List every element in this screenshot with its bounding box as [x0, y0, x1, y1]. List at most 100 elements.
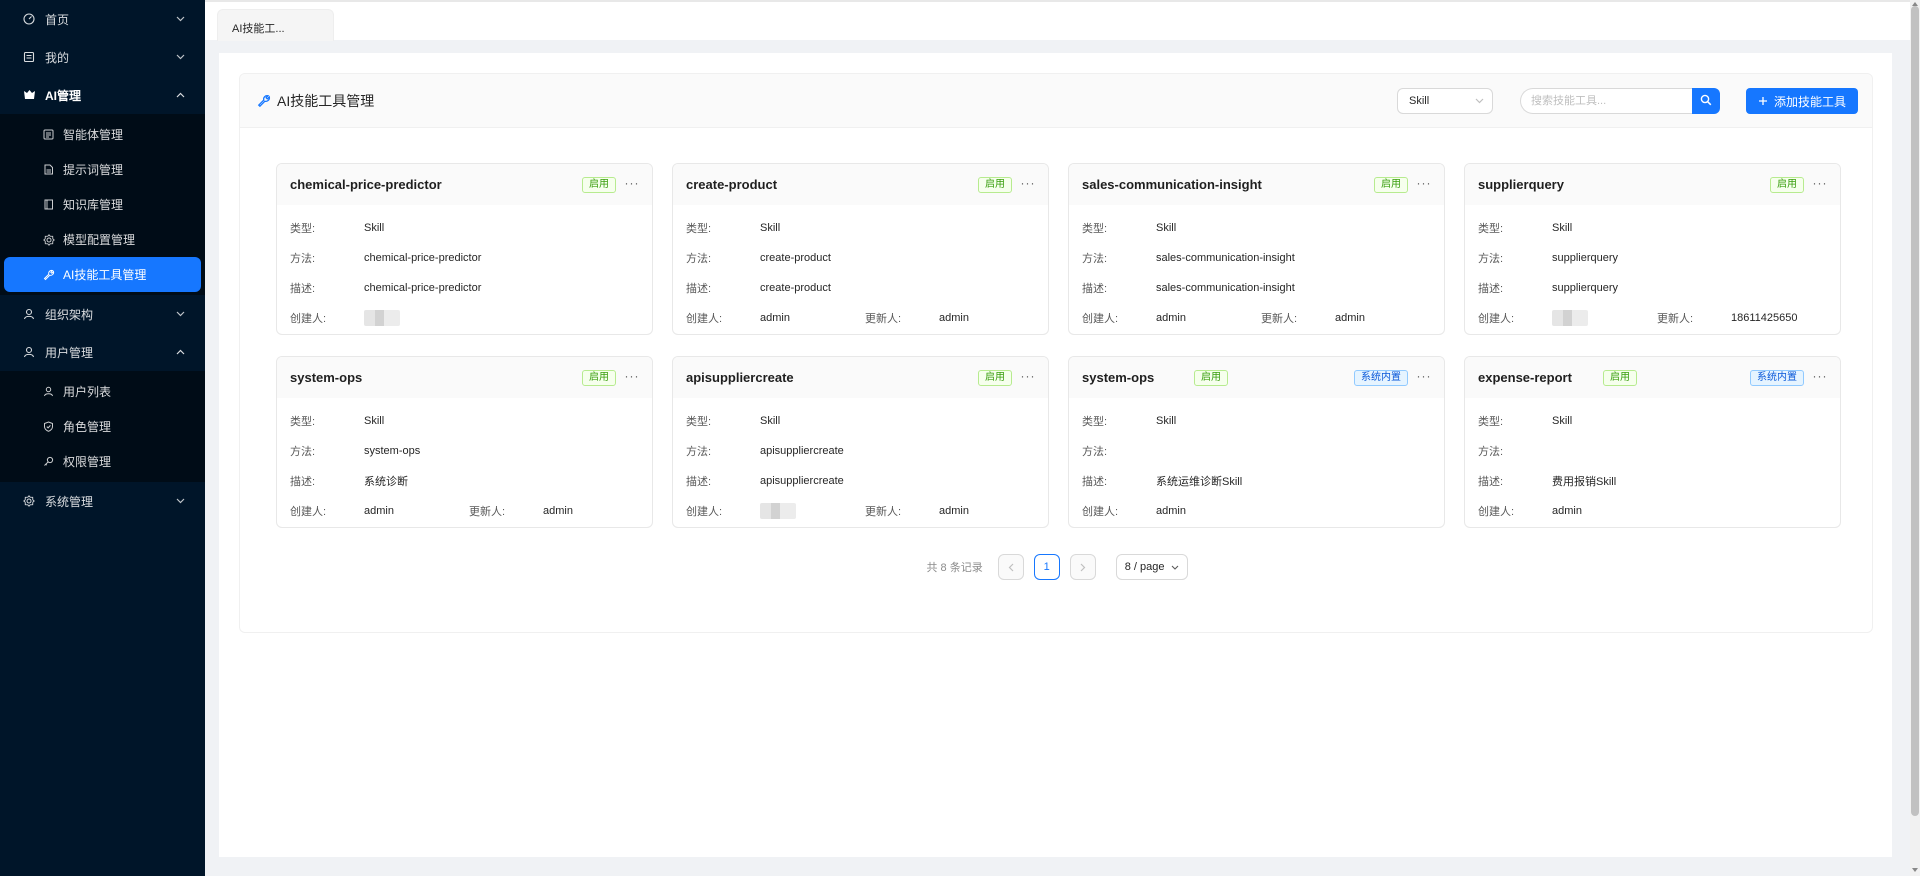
next-page-button[interactable]: [1069, 554, 1096, 580]
type-label: 类型:: [686, 223, 712, 235]
skill-card[interactable]: system-ops 启用 系统内置 ··· 类型: Skill 方法: 描述: 系…: [1068, 356, 1445, 528]
chevron-down-icon: [175, 52, 185, 62]
more-icon[interactable]: ···: [1812, 175, 1828, 191]
creator-label: 创建人:: [1082, 313, 1119, 325]
sidebar-item-ai-skill-tools[interactable]: AI技能工具管理: [4, 257, 201, 292]
method-label: 方法:: [686, 446, 712, 458]
desc-value: sales-communication-insight: [1156, 282, 1295, 294]
more-icon[interactable]: ···: [624, 368, 640, 384]
page-size-select[interactable]: 8 / page: [1115, 554, 1188, 580]
skill-tools-panel: AI技能工具管理 Skill 添加技能工具: [239, 73, 1873, 633]
status-badge: 启用: [978, 370, 1012, 386]
skill-card[interactable]: chemical-price-predictor 启用 ··· 类型: Skill…: [276, 163, 653, 335]
sidebar-item-permissions[interactable]: 权限管理: [0, 444, 205, 479]
sidebar-item-label: 智能体管理: [63, 128, 124, 142]
skill-card[interactable]: expense-report 启用 系统内置 ··· 类型: Skill 方法: …: [1464, 356, 1841, 528]
card-row-type: 类型: Skill: [290, 406, 639, 436]
sidebar-item-prompt[interactable]: 提示词管理: [0, 152, 205, 187]
menu-item-home[interactable]: 首页: [0, 0, 205, 38]
updater-label: 更新人:: [469, 506, 506, 518]
sidebar-item-knowledge[interactable]: 知识库管理: [0, 187, 205, 222]
total-records: 共 8 条记录: [926, 562, 983, 574]
menu-item-mine[interactable]: 我的: [0, 38, 205, 76]
more-icon[interactable]: ···: [1416, 368, 1432, 384]
status-badge: 启用: [1194, 370, 1228, 386]
builtin-badge: 系统内置: [1354, 370, 1408, 386]
type-value: Skill: [760, 222, 781, 234]
chevron-down-icon: [175, 309, 185, 319]
sidebar-item-user-list[interactable]: 用户列表: [0, 374, 205, 409]
card-badges: 启用: [582, 370, 616, 386]
more-icon[interactable]: ···: [1812, 368, 1828, 384]
card-row-people: 创建人: admin: [1082, 496, 1431, 526]
card-row-people: 创建人: 更新人: admin: [686, 496, 1035, 526]
card-row-method: 方法: apisuppliercreate: [686, 436, 1035, 466]
search-button[interactable]: [1692, 88, 1720, 114]
scroll-thumb[interactable]: [1911, 6, 1919, 816]
content-canvas: AI技能工具管理 Skill 添加技能工具: [219, 53, 1892, 857]
card-header: system-ops 启用 ···: [277, 357, 652, 398]
skill-card[interactable]: sales-communication-insight 启用 ··· 类型: Sk…: [1068, 163, 1445, 335]
desc-label: 描述:: [1478, 476, 1504, 488]
skill-card[interactable]: system-ops 启用 ··· 类型: Skill 方法: system-ops…: [276, 356, 653, 528]
creator-label: 创建人:: [290, 506, 327, 518]
page-title: AI技能工具管理: [257, 91, 374, 111]
tab-ai-skill-tools[interactable]: AI技能工...: [217, 9, 334, 41]
window-scrollbar[interactable]: [1910, 0, 1920, 876]
pagination: 共 8 条记录 1 8 / page: [240, 554, 1874, 580]
menu-item-org[interactable]: 组织架构: [0, 295, 205, 333]
creator-label: 创建人:: [1082, 506, 1119, 518]
submenu-users: 用户列表 角色管理 权限管理: [0, 371, 205, 482]
skill-card[interactable]: apisuppliercreate 启用 ··· 类型: Skill 方法: api…: [672, 356, 1049, 528]
menu-item-label: 组织架构: [45, 307, 94, 322]
submenu-ai: 智能体管理 提示词管理 知识库管理 模型配置管理 AI技能工具管理: [0, 114, 205, 295]
prev-page-button[interactable]: [997, 554, 1024, 580]
menu-item-ai[interactable]: AI管理: [0, 76, 205, 114]
skill-card[interactable]: create-product 启用 ··· 类型: Skill 方法: create…: [672, 163, 1049, 335]
card-row-people: 创建人: 更新人: 18611425650: [1478, 303, 1827, 333]
card-header: apisuppliercreate 启用 ···: [673, 357, 1048, 398]
creator-value: [1552, 310, 1657, 326]
menu-item-system[interactable]: 系统管理: [0, 482, 205, 520]
search-input[interactable]: [1520, 88, 1692, 114]
creator-label: 创建人:: [1478, 506, 1515, 518]
more-icon[interactable]: ···: [1020, 175, 1036, 191]
type-filter-select[interactable]: Skill: [1397, 88, 1493, 114]
status-badge: 启用: [1374, 177, 1408, 193]
card-body: 类型: Skill 方法: 描述: 费用报销Skill 创建人: admin: [1465, 398, 1840, 526]
sidebar-item-agent[interactable]: 智能体管理: [0, 117, 205, 152]
user-icon: [42, 385, 55, 398]
type-value: Skill: [760, 415, 781, 427]
creator-value: admin: [1156, 312, 1186, 324]
more-icon[interactable]: ···: [1416, 175, 1432, 191]
desc-value: create-product: [760, 282, 831, 294]
sidebar-item-roles[interactable]: 角色管理: [0, 409, 205, 444]
card-row-people: 创建人: admin 更新人: admin: [686, 303, 1035, 333]
role-icon: [42, 420, 55, 433]
method-label: 方法:: [1082, 253, 1108, 265]
card-body: 类型: Skill 方法: create-product 描述: create-pro…: [673, 205, 1048, 333]
more-icon[interactable]: ···: [1020, 368, 1036, 384]
card-row-type: 类型: Skill: [686, 406, 1035, 436]
add-skill-tool-button[interactable]: 添加技能工具: [1746, 88, 1858, 114]
blurred-creator: [1552, 310, 1588, 326]
type-label: 类型:: [290, 223, 316, 235]
mine-icon: [22, 50, 36, 64]
chevron-up-icon: [175, 90, 185, 100]
menu-item-label: 用户管理: [45, 345, 94, 360]
card-body: 类型: Skill 方法: chemical-price-predictor 描述:…: [277, 205, 652, 333]
updater-value: 18611425650: [1731, 312, 1798, 324]
sidebar-item-model-config[interactable]: 模型配置管理: [0, 222, 205, 257]
desc-value: chemical-price-predictor: [364, 282, 482, 294]
creator-value: admin: [364, 505, 394, 517]
creator-label: 创建人:: [686, 506, 723, 518]
scroll-down-icon[interactable]: [1910, 866, 1920, 874]
card-row-people: 创建人: admin: [1478, 496, 1827, 526]
menu-item-users[interactable]: 用户管理: [0, 333, 205, 371]
sidebar-item-label: AI技能工具管理: [63, 268, 147, 282]
page-1-button[interactable]: 1: [1033, 554, 1060, 580]
more-icon[interactable]: ···: [624, 175, 640, 191]
card-row-desc: 描述: chemical-price-predictor: [290, 273, 639, 303]
skill-card[interactable]: supplierquery 启用 ··· 类型: Skill 方法: supplie…: [1464, 163, 1841, 335]
card-row-method: 方法:: [1478, 436, 1827, 466]
